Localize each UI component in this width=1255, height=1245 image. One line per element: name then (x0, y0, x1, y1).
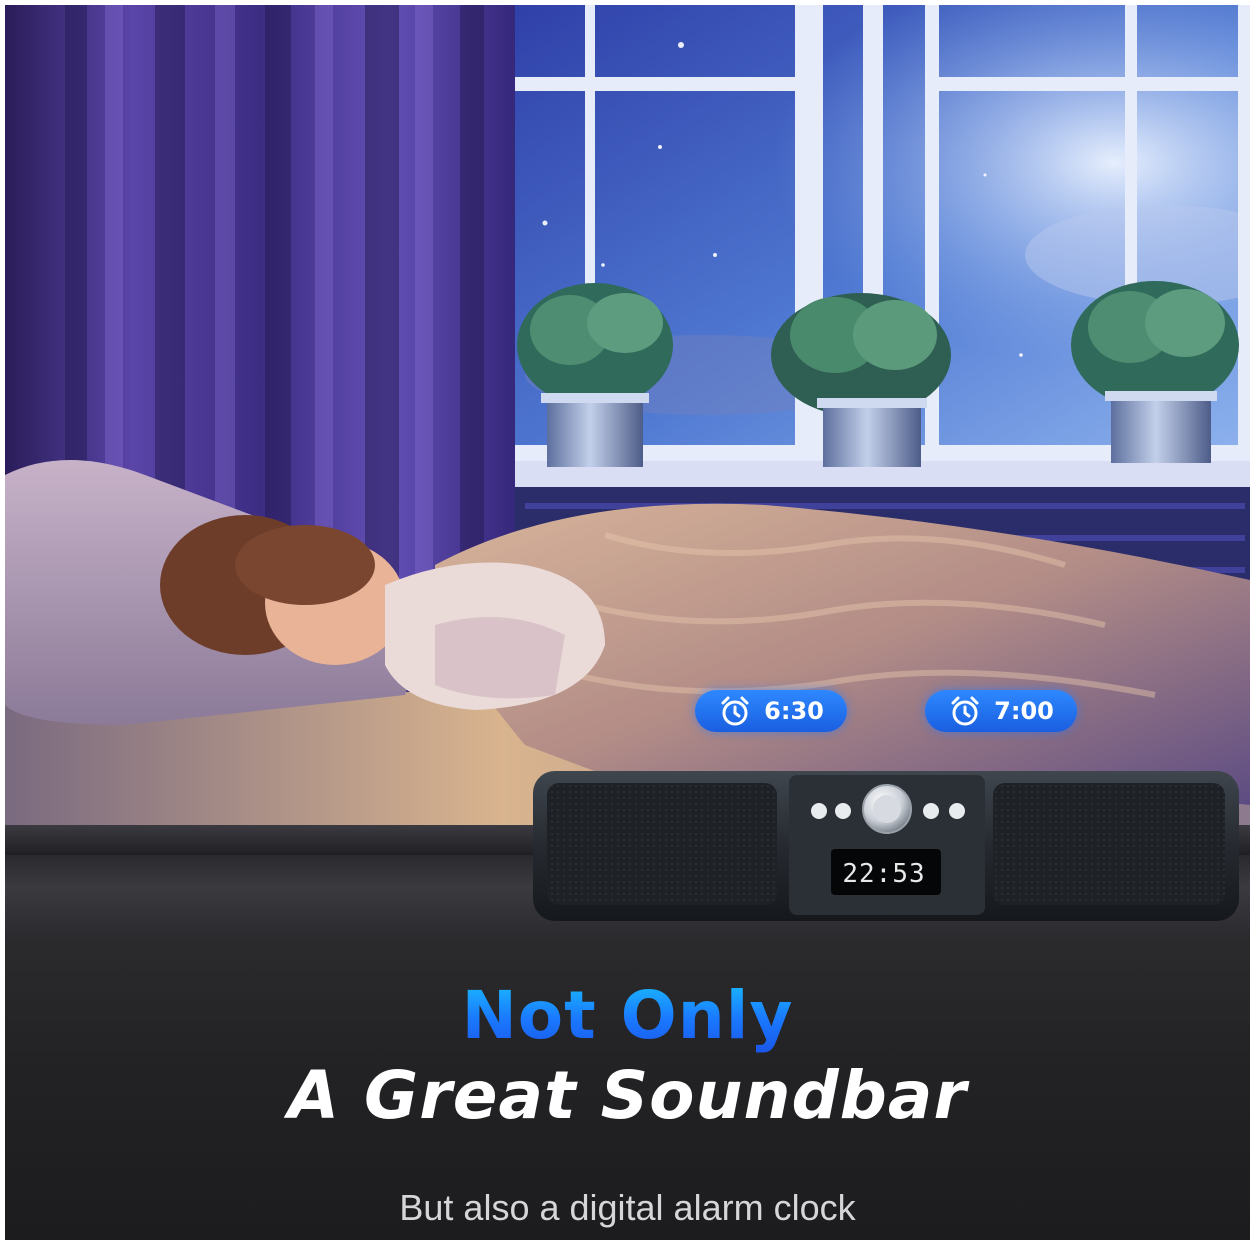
alarm-badge-1: 6:30 (695, 690, 847, 732)
headline-line-2: A Great Soundbar (287, 1057, 968, 1134)
alarm-time-2: 7:00 (994, 697, 1054, 725)
subheadline: But also a digital alarm clock (399, 1187, 856, 1228)
soundbar-clock-time: 22:53 (842, 859, 926, 889)
alarm-badge-2: 7:00 (925, 690, 1077, 732)
product-image: 22:53 6:30 7:00 Not Only A Great Soundba… (5, 5, 1250, 1240)
soundbar (533, 771, 1239, 921)
headline-line-1: Not Only (5, 977, 1250, 1054)
alarm-clock-icon (951, 696, 979, 726)
alarm-time-1: 6:30 (764, 697, 824, 725)
alarm-clock-icon (721, 696, 749, 726)
